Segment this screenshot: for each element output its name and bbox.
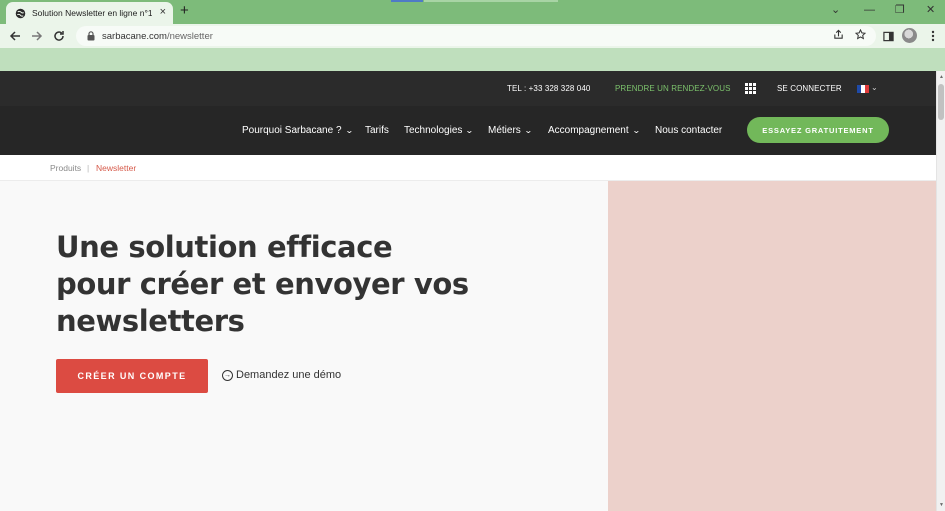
- request-demo-label: Demandez une démo: [236, 369, 342, 381]
- title-line: pour créer et envoyer vos: [56, 267, 469, 301]
- arrow-circle-icon: →: [222, 369, 233, 381]
- page-title: Une solution efficace pour créer et envo…: [56, 229, 576, 340]
- try-free-button[interactable]: ESSAYEZ GRATUITEMENT: [747, 117, 889, 143]
- browser-tabstrip: Solution Newsletter en ligne n°1 en × + …: [0, 0, 945, 24]
- scroll-up-arrow-icon[interactable]: ▲: [937, 73, 945, 81]
- browser-infobar: [0, 48, 945, 71]
- kebab-menu-icon[interactable]: [925, 28, 941, 44]
- nav-item-tarifs[interactable]: Tarifs: [365, 125, 389, 136]
- avatar[interactable]: [902, 28, 917, 43]
- phone-number[interactable]: TEL : +33 328 328 040: [507, 84, 590, 93]
- tab-indicator: [424, 0, 558, 2]
- breadcrumb-item-produits[interactable]: Produits: [50, 163, 81, 173]
- scroll-down-arrow-icon[interactable]: ▼: [937, 501, 945, 509]
- hero-image-panel: [608, 181, 936, 511]
- share-icon[interactable]: [831, 26, 845, 42]
- nav-item-technologies[interactable]: Technologies ⌄: [404, 125, 475, 136]
- nav-item-label: Tarifs: [365, 125, 389, 136]
- restore-button[interactable]: ❐: [895, 3, 905, 17]
- chevron-down-icon: ⌄: [465, 126, 475, 135]
- french-flag-icon[interactable]: [857, 85, 869, 93]
- close-window-button[interactable]: ✕: [926, 3, 935, 17]
- nav-item-label: Technologies: [404, 125, 463, 136]
- minimize-button[interactable]: —: [864, 3, 875, 17]
- chevron-down-icon: ⌄: [344, 126, 354, 135]
- title-line: Une solution efficace: [56, 230, 393, 264]
- chevron-down-icon: ⌄: [523, 126, 533, 135]
- main-navigation: Pourquoi Sarbacane ? ⌄ Tarifs Technologi…: [0, 106, 936, 155]
- url-path: /newsletter: [166, 30, 213, 42]
- tab-loading-indicator: [391, 0, 423, 2]
- nav-item-label: Pourquoi Sarbacane ?: [242, 125, 342, 136]
- appointment-link[interactable]: PRENDRE UN RENDEZ-VOUS: [615, 84, 731, 93]
- breadcrumb-item-newsletter: Newsletter: [96, 163, 137, 173]
- nav-item-metiers[interactable]: Métiers ⌄: [488, 125, 533, 136]
- reload-icon[interactable]: [51, 28, 67, 44]
- browser-toolbar: sarbacane.com/newsletter: [0, 24, 945, 48]
- lock-icon[interactable]: [86, 31, 96, 41]
- forward-arrow-icon[interactable]: [29, 28, 45, 44]
- tab-search-icon[interactable]: ⌄: [831, 3, 840, 17]
- top-utility-bar: TEL : +33 328 328 040 PRENDRE UN RENDEZ-…: [0, 71, 936, 106]
- new-tab-button[interactable]: +: [180, 3, 189, 19]
- nav-item-pourquoi[interactable]: Pourquoi Sarbacane ? ⌄: [242, 125, 354, 136]
- nav-item-label: Métiers: [488, 125, 521, 136]
- grid-icon[interactable]: [745, 83, 756, 94]
- page-scrollbar[interactable]: ▲ ▼: [936, 71, 945, 511]
- tab-close-icon[interactable]: ×: [160, 6, 166, 19]
- back-arrow-icon[interactable]: [7, 28, 23, 44]
- nav-item-label: Nous contacter: [655, 125, 723, 136]
- nav-item-contact[interactable]: Nous contacter: [655, 125, 722, 136]
- chevron-down-icon: ⌄: [631, 126, 641, 135]
- scrollbar-thumb[interactable]: [938, 84, 944, 120]
- request-demo-link[interactable]: → Demandez une démo: [222, 369, 341, 381]
- nav-item-label: Accompagnement: [548, 125, 629, 136]
- globe-icon: [15, 8, 26, 19]
- title-line: newsletters: [56, 304, 245, 338]
- reading-list-icon[interactable]: [880, 28, 896, 44]
- breadcrumb-separator: |: [87, 163, 90, 173]
- tab-title: Solution Newsletter en ligne n°1 en: [32, 8, 152, 18]
- url-domain: sarbacane.com: [102, 30, 167, 42]
- star-icon[interactable]: [853, 26, 867, 42]
- url-text: sarbacane.com/newsletter: [102, 31, 213, 42]
- login-link[interactable]: SE CONNECTER: [777, 84, 842, 93]
- browser-tab[interactable]: Solution Newsletter en ligne n°1 en ×: [6, 2, 173, 24]
- breadcrumb: Produits | Newsletter: [0, 155, 936, 181]
- address-bar[interactable]: sarbacane.com/newsletter: [76, 26, 876, 46]
- web-page: TEL : +33 328 328 040 PRENDRE UN RENDEZ-…: [0, 71, 936, 511]
- nav-item-accompagnement[interactable]: Accompagnement ⌄: [548, 125, 641, 136]
- create-account-button[interactable]: CRÉER UN COMPTE: [56, 359, 208, 393]
- chevron-down-icon[interactable]: ⌄: [871, 83, 878, 92]
